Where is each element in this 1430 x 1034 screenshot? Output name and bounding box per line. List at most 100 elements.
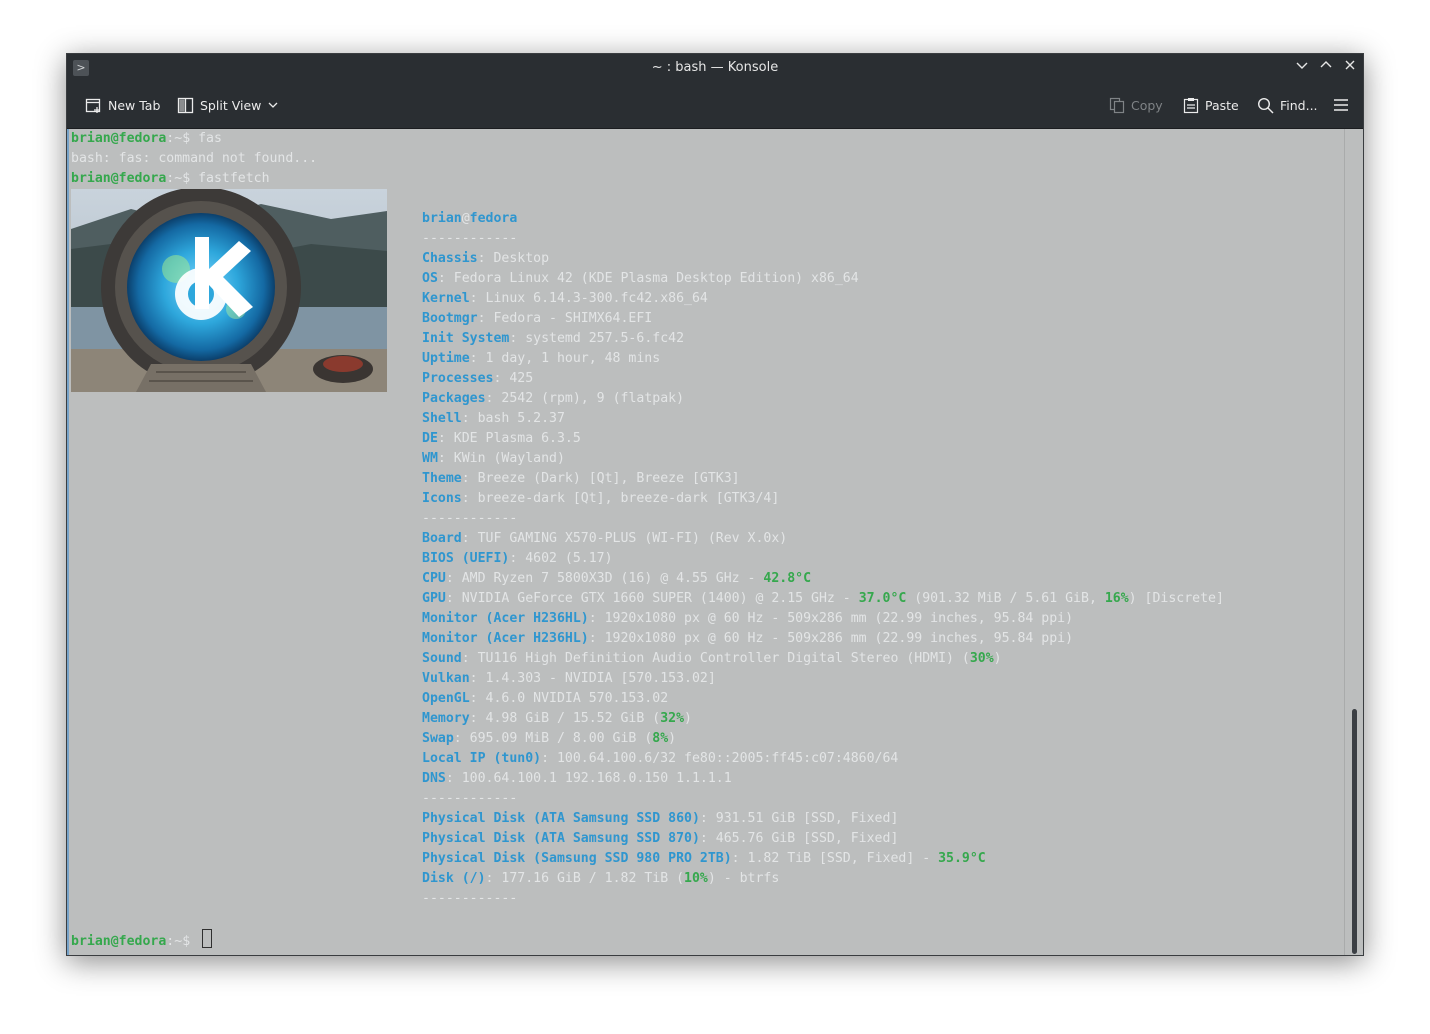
scrollbar-thumb[interactable]	[1352, 709, 1357, 954]
ff-key: WM	[422, 451, 438, 466]
paste-label: Paste	[1205, 97, 1239, 113]
ff-line-opengl: OpenGL: 4.6.0 NVIDIA 570.153.02	[422, 689, 668, 709]
ff-line-uptime: Uptime: 1 day, 1 hour, 48 mins	[422, 349, 660, 369]
ff-value: : 4.98 GiB / 15.52 GiB (	[469, 711, 661, 726]
copy-button[interactable]: Copy	[1109, 93, 1163, 117]
split-view-icon	[177, 97, 194, 113]
minimize-chevron-icon[interactable]	[1292, 58, 1312, 78]
ff-value: : breeze-dark [Qt], breeze-dark [GTK3/4]	[461, 491, 780, 506]
ff-value: : Linux 6.14.3-300.fc42.x86_64	[469, 291, 708, 306]
title-bar[interactable]: > ~ : bash — Konsole	[67, 54, 1363, 82]
window-title: ~ : bash — Konsole	[651, 60, 779, 75]
prompt-user: brian@fedora	[71, 934, 167, 949]
ff-value: : 1.4.303 - NVIDIA [570.153.02]	[469, 671, 716, 686]
ff-line-init: Init System: systemd 257.5-6.fc42	[422, 329, 684, 349]
ff-value: : 1920x1080 px @ 60 Hz - 509x286 mm (22.…	[588, 611, 1074, 626]
ff-line-packages: Packages: 2542 (rpm), 9 (flatpak)	[422, 389, 684, 409]
ff-value: : 931.51 GiB [SSD, Fixed]	[699, 811, 899, 826]
ff-key: BIOS (UEFI)	[422, 551, 510, 566]
new-tab-icon	[85, 98, 101, 113]
ff-line-bootmgr: Bootmgr: Fedora - SHIMX64.EFI	[422, 309, 652, 329]
split-view-button[interactable]: Split View	[177, 93, 279, 117]
ff-percent: 16%	[1104, 591, 1129, 606]
ff-key: Local IP (tun0)	[422, 751, 542, 766]
ff-value: : systemd 257.5-6.fc42	[509, 331, 685, 346]
prompt-path: ~	[174, 131, 183, 146]
command-text: fas	[198, 131, 222, 146]
scrollbar[interactable]	[1344, 129, 1363, 955]
ff-key: Icons	[422, 491, 462, 506]
maximize-chevron-icon[interactable]	[1316, 58, 1336, 78]
ff-temp: 37.0°C	[858, 591, 907, 606]
ff-key: Board	[422, 531, 462, 546]
search-icon	[1257, 97, 1274, 114]
ff-value: )	[684, 711, 692, 726]
ff-key: Init System	[422, 331, 510, 346]
ff-value: : 695.09 MiB / 8.00 GiB (	[453, 731, 653, 746]
ff-value: : Desktop	[477, 251, 550, 266]
ff-key: Theme	[422, 471, 462, 486]
error-line: bash: fas: command not found...	[71, 151, 318, 166]
ff-value: : Fedora - SHIMX64.EFI	[477, 311, 653, 326]
ff-temp: 42.8°C	[763, 571, 812, 586]
ff-line-kernel: Kernel: Linux 6.14.3-300.fc42.x86_64	[422, 289, 708, 309]
ff-host: fedora	[469, 211, 518, 226]
paste-icon	[1183, 97, 1199, 113]
prompt-line-current[interactable]: brian@fedora:~$	[71, 929, 213, 949]
find-button[interactable]: Find...	[1257, 93, 1318, 117]
terminal-output[interactable]: brian@fedora:~$ fas bash: fas: command n…	[67, 129, 1347, 955]
ff-key: DE	[422, 431, 438, 446]
chevron-down-icon[interactable]	[267, 99, 279, 111]
ff-key: Vulkan	[422, 671, 470, 686]
ff-line-shell: Shell: bash 5.2.37	[422, 409, 565, 429]
ff-key: Monitor (Acer H236HL)	[422, 631, 589, 646]
close-icon[interactable]	[1340, 58, 1360, 78]
ff-value: (901.32 MiB / 5.61 GiB,	[906, 591, 1105, 606]
prompt-path: ~	[174, 934, 183, 949]
ff-separator: ------------	[422, 511, 518, 526]
ff-line-dns: DNS: 100.64.100.1 192.168.0.150 1.1.1.1	[422, 769, 732, 789]
ff-key: Kernel	[422, 291, 470, 306]
ff-value: : 177.16 GiB / 1.82 TiB (	[485, 871, 685, 886]
ff-value: : bash 5.2.37	[461, 411, 565, 426]
ff-line-processes: Processes: 425	[422, 369, 533, 389]
ff-percent: 30%	[969, 651, 994, 666]
prompt-sym: $	[182, 934, 199, 949]
ff-value: : 1.82 TiB [SSD, Fixed] -	[731, 851, 939, 866]
new-tab-button[interactable]: New Tab	[85, 93, 160, 117]
ff-value: : 4602 (5.17)	[509, 551, 613, 566]
ff-value: : Breeze (Dark) [Qt], Breeze [GTK3]	[461, 471, 740, 486]
ff-key: Physical Disk (Samsung SSD 980 PRO 2TB)	[422, 851, 732, 866]
prompt-sym: $	[182, 171, 199, 186]
ff-value: )	[668, 731, 677, 746]
ff-line-vulkan: Vulkan: 1.4.303 - NVIDIA [570.153.02]	[422, 669, 716, 689]
ff-line-monitor-1: Monitor (Acer H236HL): 1920x1080 px @ 60…	[422, 609, 1073, 629]
ff-key: GPU	[422, 591, 446, 606]
ff-line-memory: Memory: 4.98 GiB / 15.52 GiB (32%)	[422, 709, 692, 729]
ff-key: Physical Disk (ATA Samsung SSD 860)	[422, 811, 700, 826]
ff-value: ) [Discrete]	[1128, 591, 1224, 606]
text-cursor	[202, 929, 213, 948]
ff-line-disk-2: Physical Disk (ATA Samsung SSD 870): 465…	[422, 829, 898, 849]
ff-key: OS	[422, 271, 438, 286]
ff-key: Shell	[422, 411, 462, 426]
prompt-user: brian@fedora	[71, 171, 167, 186]
hamburger-menu-button[interactable]	[1333, 93, 1349, 117]
ff-key: OpenGL	[422, 691, 470, 706]
ff-line-icons: Icons: breeze-dark [Qt], breeze-dark [GT…	[422, 489, 779, 509]
ff-value: ) - btrfs	[707, 871, 780, 886]
ff-value: : KDE Plasma 6.3.5	[437, 431, 581, 446]
ff-value: : 1 day, 1 hour, 48 mins	[469, 351, 661, 366]
ff-value: : 4.6.0 NVIDIA 570.153.02	[469, 691, 669, 706]
ff-key: Physical Disk (ATA Samsung SSD 870)	[422, 831, 700, 846]
ff-value: : 425	[493, 371, 534, 386]
ff-value: : 465.76 GiB [SSD, Fixed]	[699, 831, 899, 846]
command-text: fastfetch	[198, 171, 270, 186]
copy-icon	[1109, 97, 1125, 113]
ff-key: Sound	[422, 651, 462, 666]
ff-line-wm: WM: KWin (Wayland)	[422, 449, 565, 469]
paste-button[interactable]: Paste	[1183, 93, 1239, 117]
ff-key: Uptime	[422, 351, 470, 366]
ff-temp: 35.9°C	[938, 851, 986, 866]
ff-line-disk-root: Disk (/): 177.16 GiB / 1.82 TiB (10%) - …	[422, 869, 779, 889]
